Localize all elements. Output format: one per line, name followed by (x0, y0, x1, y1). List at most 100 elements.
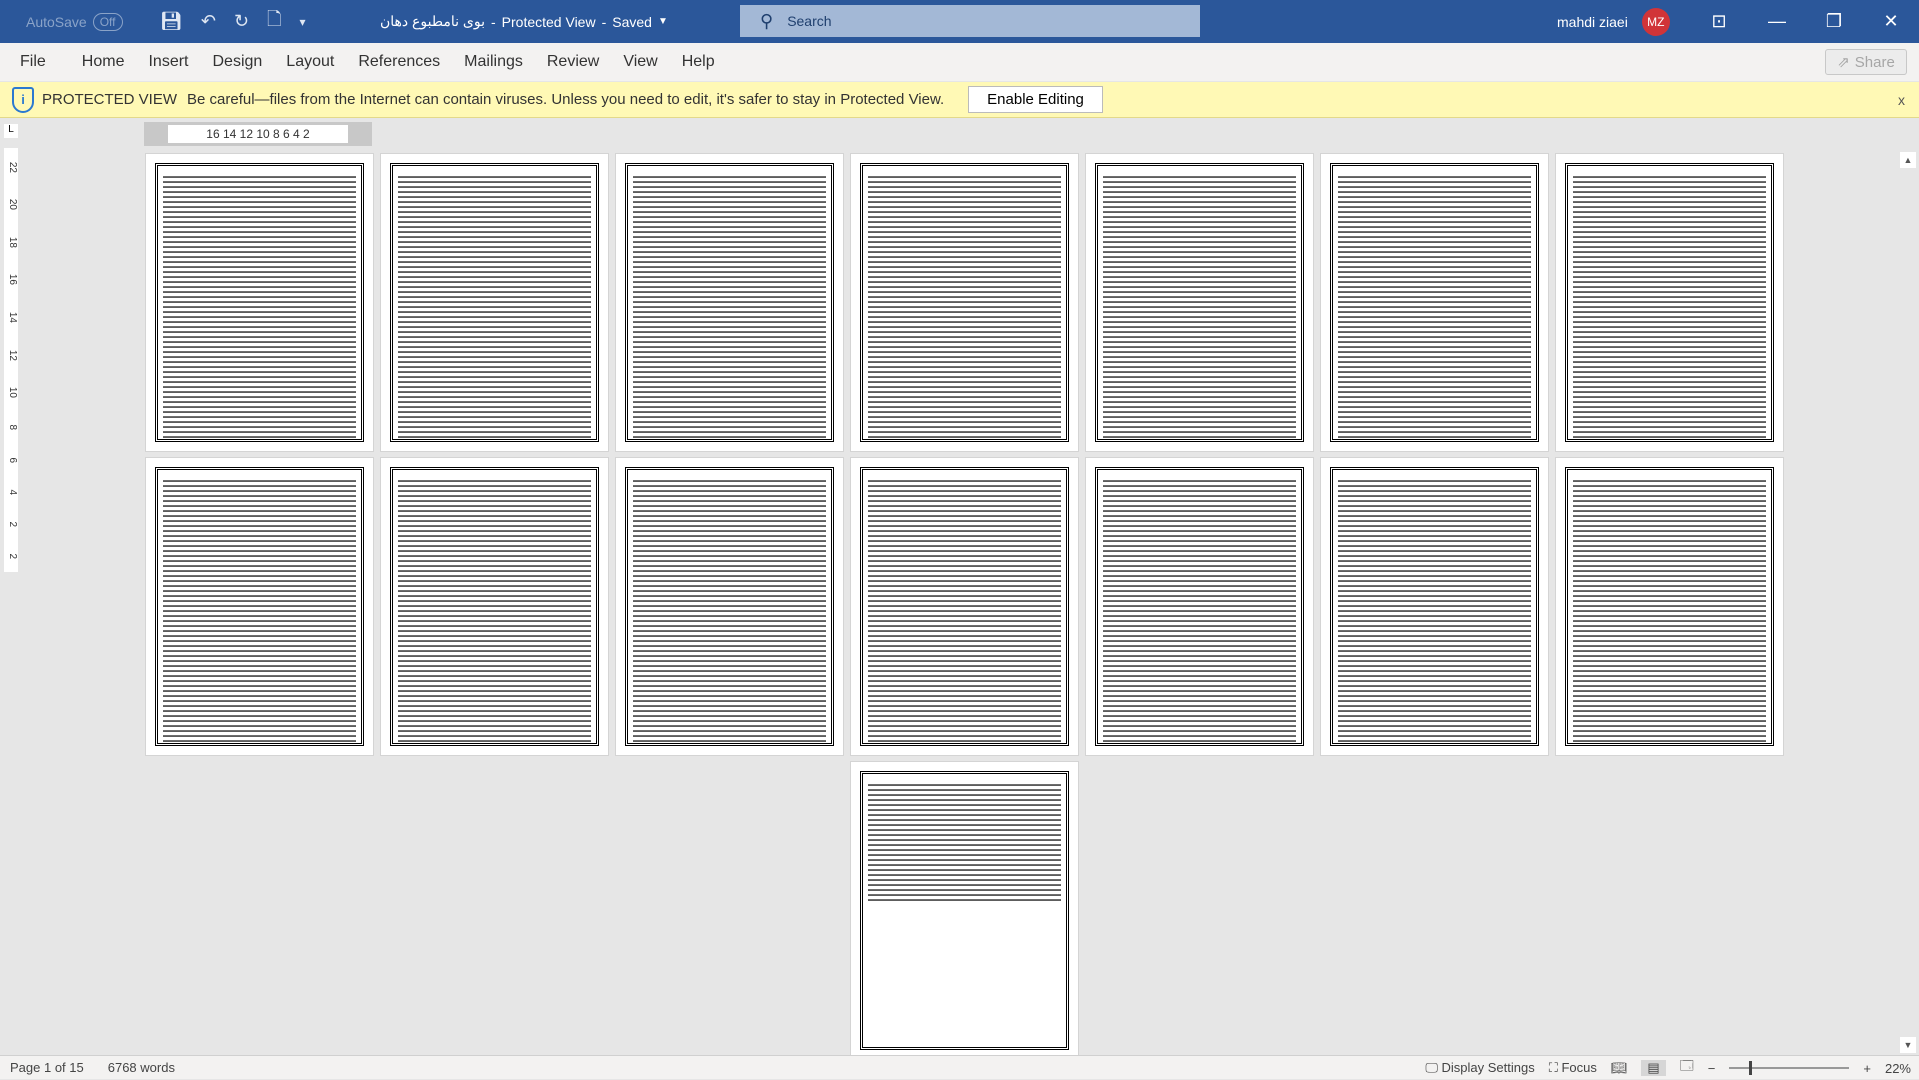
user-account[interactable]: mahdi ziaei MZ (1557, 0, 1670, 43)
customize-qat-icon[interactable]: ▾ (300, 15, 306, 29)
undo-icon[interactable]: ↶ (201, 11, 216, 32)
web-layout-icon[interactable]: 🗔 (1680, 1057, 1694, 1079)
page-text (633, 174, 826, 438)
search-box[interactable]: ⚲ Search (740, 5, 1200, 37)
page-text (633, 478, 826, 742)
redo-icon[interactable]: ↻ (234, 11, 249, 32)
page-text (398, 478, 591, 742)
save-icon[interactable]: 💾︎ (160, 11, 183, 32)
tab-help[interactable]: Help (670, 53, 727, 71)
page-text (868, 478, 1061, 742)
page-thumbnail[interactable] (381, 458, 608, 755)
scroll-down-icon[interactable]: ▼ (1900, 1037, 1916, 1053)
page-text (1573, 174, 1766, 438)
page-text (1103, 478, 1296, 742)
document-pages[interactable] (22, 146, 1897, 1055)
shield-info-icon: i (12, 86, 34, 113)
ruler-tick: 14 (7, 311, 18, 324)
protected-view-message: Be careful—files from the Internet can c… (187, 91, 945, 108)
tab-view[interactable]: View (611, 53, 669, 71)
ribbon-display-options-icon[interactable]: ⊡ (1696, 0, 1742, 43)
page-text (163, 478, 356, 742)
page-thumbnail[interactable] (381, 154, 608, 451)
ruler-tick: 4 (7, 489, 18, 495)
autosave-state[interactable]: Off (92, 12, 123, 31)
page-thumbnail[interactable] (851, 154, 1078, 451)
page-text (1103, 174, 1296, 438)
horizontal-ruler[interactable]: 16 14 12 10 8 6 4 2 (144, 122, 372, 146)
restore-icon[interactable]: ❐ (1811, 0, 1857, 43)
page-text (1338, 174, 1531, 438)
page-thumbnail[interactable] (616, 154, 843, 451)
tab-review[interactable]: Review (535, 53, 611, 71)
zoom-in-icon[interactable]: + (1863, 1061, 1871, 1076)
zoom-out-icon[interactable]: − (1708, 1061, 1716, 1076)
tab-layout[interactable]: Layout (274, 53, 346, 71)
word-count[interactable]: 6768 words (108, 1060, 175, 1075)
protected-view-title: PROTECTED VIEW (42, 91, 178, 108)
page-border (155, 467, 364, 746)
page-thumbnail[interactable] (1086, 458, 1313, 755)
chevron-down-icon: ▼ (657, 16, 668, 27)
doc-mode: Protected View (501, 13, 596, 30)
tab-mailings[interactable]: Mailings (452, 53, 535, 71)
tab-insert[interactable]: Insert (136, 53, 200, 71)
close-icon[interactable]: ✕ (1868, 0, 1914, 43)
page-text (868, 174, 1061, 438)
page-text (1573, 478, 1766, 742)
read-mode-icon[interactable]: 📖︎ (1611, 1060, 1628, 1076)
page-border (1565, 163, 1774, 442)
zoom-level[interactable]: 22% (1885, 1061, 1911, 1076)
protected-view-bar: i PROTECTED VIEW Be careful—files from t… (0, 82, 1919, 118)
print-layout-icon[interactable]: ▤ (1641, 1060, 1666, 1076)
page-text (398, 174, 591, 438)
display-settings-icon: 🖵 (1425, 1060, 1438, 1075)
page-text (1338, 478, 1531, 742)
page-border (625, 467, 834, 746)
ruler-tick: 10 (7, 387, 18, 399)
close-bar-button[interactable]: x (1898, 92, 1905, 108)
tab-selector[interactable]: L (4, 124, 18, 138)
scroll-up-icon[interactable]: ▲ (1900, 152, 1916, 168)
tab-file[interactable]: File (0, 53, 58, 71)
tab-references[interactable]: References (346, 53, 452, 71)
tab-home[interactable]: Home (70, 53, 137, 71)
page-thumbnail[interactable] (1556, 458, 1783, 755)
enable-editing-button[interactable]: Enable Editing (968, 86, 1103, 113)
page-border (860, 163, 1069, 442)
ruler-tick: 2 (7, 521, 18, 527)
page-thumbnail[interactable] (616, 458, 843, 755)
vertical-ruler: L 2 2 4 6 8 10 12 14 16 18 20 22 (0, 120, 22, 1055)
doc-name: بوی نامطبوع دهان (380, 13, 485, 29)
page-thumbnail[interactable] (851, 458, 1078, 755)
share-icon: ⇗ (1837, 54, 1850, 71)
autosave-toggle[interactable]: AutoSave Off (26, 0, 123, 43)
vertical-scrollbar[interactable]: ▲ ▼ (1897, 146, 1919, 1055)
new-document-icon[interactable]: 🗋 (267, 7, 281, 37)
page-thumbnail[interactable] (1321, 458, 1548, 755)
page-thumbnail[interactable] (146, 154, 373, 451)
page-thumbnail[interactable] (1086, 154, 1313, 451)
page-thumbnail[interactable] (1556, 154, 1783, 451)
ruler-tick: 20 (7, 199, 18, 211)
share-button[interactable]: ⇗ Share (1825, 49, 1907, 75)
document-title[interactable]: بوی نامطبوع دهان - Protected View - Saved ▼ (380, 0, 668, 43)
ruler-tick: 12 (7, 349, 18, 361)
page-thumbnail[interactable] (146, 458, 373, 755)
page-text (163, 174, 356, 438)
page-indicator[interactable]: Page 1 of 15 (10, 1060, 84, 1075)
display-settings-button[interactable]: 🖵 Display Settings (1425, 1060, 1534, 1076)
page-thumbnail[interactable] (851, 762, 1078, 1055)
zoom-slider[interactable] (1729, 1061, 1850, 1075)
avatar[interactable]: MZ (1641, 7, 1670, 36)
ruler-tick: 8 (7, 424, 18, 431)
tab-design[interactable]: Design (200, 53, 274, 71)
page-border (390, 467, 599, 746)
page-thumbnail[interactable] (1321, 154, 1548, 451)
minimize-icon[interactable]: — (1754, 0, 1800, 43)
status-bar: Page 1 of 15 6768 words 🖵 Display Settin… (0, 1055, 1919, 1079)
page-border (1330, 163, 1539, 442)
title-bar: AutoSave Off 💾︎ ↶ ↻ 🗋 ▾ بوی نامطبوع دهان - Prot… (0, 0, 1919, 43)
focus-button[interactable]: ⛶ Focus (1549, 1060, 1597, 1076)
zoom-slider-thumb[interactable] (1749, 1061, 1753, 1075)
